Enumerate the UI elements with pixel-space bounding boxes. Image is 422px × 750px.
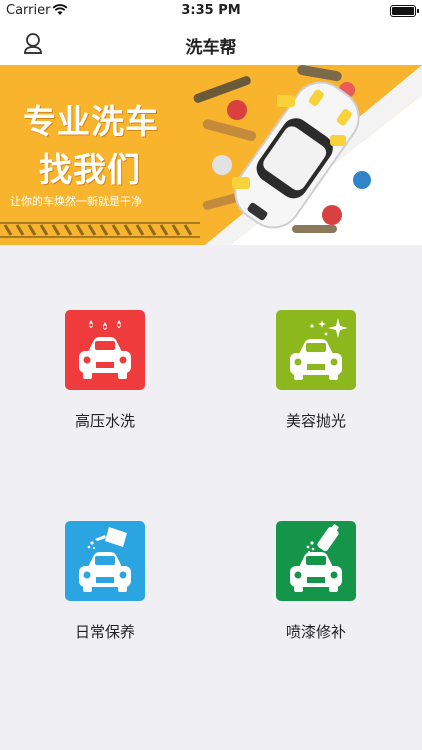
service-label: 日常保养	[74, 623, 135, 641]
service-paint-repair[interactable]: 喷漆修补	[246, 521, 386, 661]
service-label: 美容抛光	[285, 412, 346, 430]
promo-banner[interactable]: 专业洗车 找我们 让你的车焕然一新就是干净	[0, 65, 422, 245]
banner-title-line2: 找我们	[39, 150, 141, 189]
service-high-pressure-wash[interactable]: 高压水洗	[35, 310, 175, 450]
service-maintenance[interactable]: 日常保养	[35, 521, 175, 661]
banner-subtitle: 让你的车焕然一新就是干净	[10, 195, 142, 208]
spray-can-car-icon	[276, 521, 356, 601]
service-label: 高压水洗	[74, 412, 135, 430]
navigation-bar: 洗车帮	[0, 24, 422, 65]
page-title: 洗车帮	[185, 38, 237, 58]
tire-tread-graphic	[0, 222, 200, 238]
banner-title-line1: 专业洗车	[23, 102, 159, 141]
oil-can-car-icon	[65, 521, 145, 601]
service-polishing[interactable]: 美容抛光	[246, 310, 386, 450]
car-wash-illustration	[193, 65, 371, 233]
status-bar: Carrier 3:35 PM	[0, 0, 422, 24]
water-drops-car-icon	[65, 310, 145, 390]
service-label: 喷漆修补	[285, 623, 346, 641]
battery-icon	[390, 5, 419, 17]
clock-time: 3:35 PM	[181, 3, 241, 18]
sparkle-car-icon	[276, 310, 356, 390]
